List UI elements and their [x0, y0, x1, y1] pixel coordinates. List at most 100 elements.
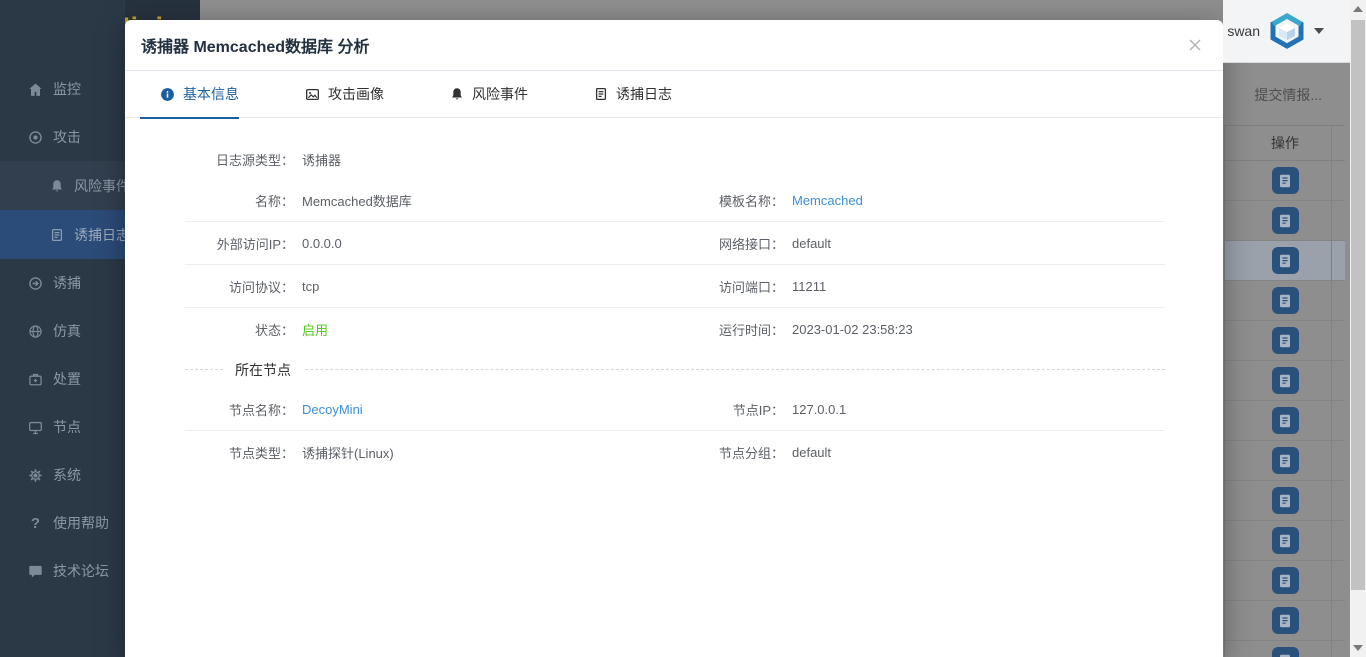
node-section-divider: 所在节点	[185, 351, 1165, 388]
tab-basic-info[interactable]: 基本信息	[140, 71, 239, 119]
field-value: default	[792, 235, 832, 251]
sidebar-item-label: 技术论坛	[53, 563, 109, 579]
column-divider	[1331, 126, 1332, 657]
view-detail-button[interactable]	[1271, 527, 1299, 554]
node-section-title: 所在节点	[223, 360, 303, 380]
field-value: 2023-01-02 23:58:23	[792, 322, 913, 337]
view-detail-button[interactable]	[1271, 327, 1299, 354]
view-detail-button[interactable]	[1271, 367, 1299, 394]
document-icon	[1280, 654, 1290, 657]
document-icon	[1280, 574, 1290, 587]
sidebar-item-forum[interactable]: 技术论坛	[0, 547, 125, 595]
field-label: 名称：	[254, 193, 294, 209]
user-menu[interactable]: swan	[1223, 0, 1350, 63]
arrow-circle-icon	[29, 276, 42, 290]
field-row: 外部访问IP： 0.0.0.0 网络接口： default	[185, 222, 1165, 265]
sidebar-item-system[interactable]: 系统	[0, 451, 125, 499]
view-detail-button[interactable]	[1271, 247, 1299, 274]
tab-label: 诱捕日志	[616, 86, 672, 102]
view-detail-button[interactable]	[1271, 167, 1299, 194]
document-icon	[51, 228, 63, 241]
tab-trap-logs[interactable]: 诱捕日志	[574, 71, 672, 118]
field-label: 模板名称：	[718, 193, 784, 209]
attack-submenu: 风险事件 诱捕日志	[0, 161, 130, 259]
sidebar-item-label: 处置	[53, 371, 81, 387]
document-icon	[1280, 294, 1290, 307]
view-detail-button[interactable]	[1271, 487, 1299, 514]
field-row: 状态： 启用 运行时间： 2023-01-02 23:58:23	[185, 308, 1165, 351]
table-row	[1225, 321, 1345, 361]
sidebar-nav: 监控 攻击 风险事件 诱捕日志 诱捕 仿真 处置 节点 系统 ? 使用帮助 技术…	[0, 65, 130, 595]
gear-icon	[29, 468, 42, 482]
sidebar-item-trap[interactable]: 诱捕	[0, 259, 125, 307]
document-icon	[595, 87, 607, 101]
bell-icon	[52, 179, 62, 191]
field-label: 节点分组：	[718, 446, 784, 461]
sidebar-item-label: 仿真	[53, 323, 81, 339]
sidebar-item-nodes[interactable]: 节点	[0, 403, 125, 451]
field-label: 日志源类型：	[215, 152, 294, 168]
tab-risk-events[interactable]: 风险事件	[430, 71, 528, 118]
sidebar-item-attack[interactable]: 攻击	[0, 113, 125, 161]
tab-label: 风险事件	[472, 86, 528, 102]
modal-header: 诱捕器 Memcached数据库 分析	[125, 20, 1223, 71]
document-icon	[1280, 174, 1290, 187]
sidebar-item-disposal[interactable]: 处置	[0, 355, 125, 403]
document-icon	[1280, 334, 1290, 347]
field-value: 127.0.0.1	[792, 401, 847, 417]
table-row	[1225, 561, 1345, 601]
tab-label: 基本信息	[183, 86, 239, 102]
table-row	[1225, 601, 1345, 641]
tab-attack-profile[interactable]: 攻击画像	[285, 71, 384, 118]
avatar	[1270, 13, 1304, 49]
table-row	[1225, 281, 1345, 321]
view-detail-button[interactable]	[1271, 447, 1299, 474]
scrollbar-down-arrow[interactable]	[1353, 645, 1363, 651]
view-detail-button[interactable]	[1271, 407, 1299, 434]
sidebar-item-help[interactable]: ? 使用帮助	[0, 499, 125, 547]
username: swan	[1227, 23, 1260, 39]
field-value: tcp	[302, 278, 320, 294]
scrollbar-up-arrow[interactable]	[1353, 6, 1363, 12]
submit-intel-button[interactable]: 提交情报...	[1254, 85, 1322, 105]
tab-label: 攻击画像	[328, 86, 384, 102]
home-icon	[29, 83, 42, 96]
field-label: 外部访问IP：	[216, 236, 294, 252]
field-row: 节点名称： DecoyMini 节点IP： 127.0.0.1	[185, 388, 1165, 431]
field-value: default	[792, 445, 832, 460]
field-value: 0.0.0.0	[302, 235, 342, 251]
table-row	[1225, 441, 1345, 481]
scrollbar-thumb[interactable]	[1351, 20, 1365, 590]
field-value: Memcached数据库	[302, 193, 412, 209]
sidebar-item-simulation[interactable]: 仿真	[0, 307, 125, 355]
document-icon	[1280, 254, 1290, 267]
analysis-modal: 诱捕器 Memcached数据库 分析 基本信息 攻击画像 风险事件 诱捕日志	[125, 20, 1223, 657]
page-scrollbar	[1350, 0, 1366, 657]
view-detail-button[interactable]	[1271, 567, 1299, 594]
image-icon	[306, 88, 319, 100]
field-value: 诱捕器	[302, 152, 342, 168]
view-detail-button[interactable]	[1271, 207, 1299, 234]
node-link[interactable]: DecoyMini	[302, 402, 675, 417]
view-detail-button[interactable]	[1271, 287, 1299, 314]
sidebar-item-label: 节点	[53, 419, 81, 435]
bell-icon	[452, 88, 462, 100]
template-link[interactable]: Memcached	[792, 193, 1165, 208]
close-icon[interactable]	[1185, 36, 1205, 56]
field-label: 运行时间：	[718, 323, 784, 338]
document-icon	[1280, 494, 1290, 507]
sidebar-item-risk-events[interactable]: 风险事件	[0, 161, 130, 210]
view-detail-button[interactable]	[1271, 607, 1299, 634]
field-label: 访问协议：	[228, 279, 294, 295]
field-value: 诱捕探针(Linux)	[302, 446, 394, 461]
view-detail-button[interactable]	[1271, 647, 1299, 657]
sidebar-item-trap-logs[interactable]: 诱捕日志	[0, 210, 130, 259]
monitor-icon	[29, 421, 42, 434]
modal-title: 诱捕器 Memcached数据库 分析	[141, 39, 370, 56]
status-badge: 启用	[302, 323, 329, 338]
sidebar-item-monitor[interactable]: 监控	[0, 65, 125, 113]
field-label: 访问端口：	[718, 279, 784, 295]
sidebar-item-label: 诱捕日志	[74, 226, 130, 243]
table-row	[1225, 241, 1345, 281]
document-icon	[1280, 614, 1290, 627]
